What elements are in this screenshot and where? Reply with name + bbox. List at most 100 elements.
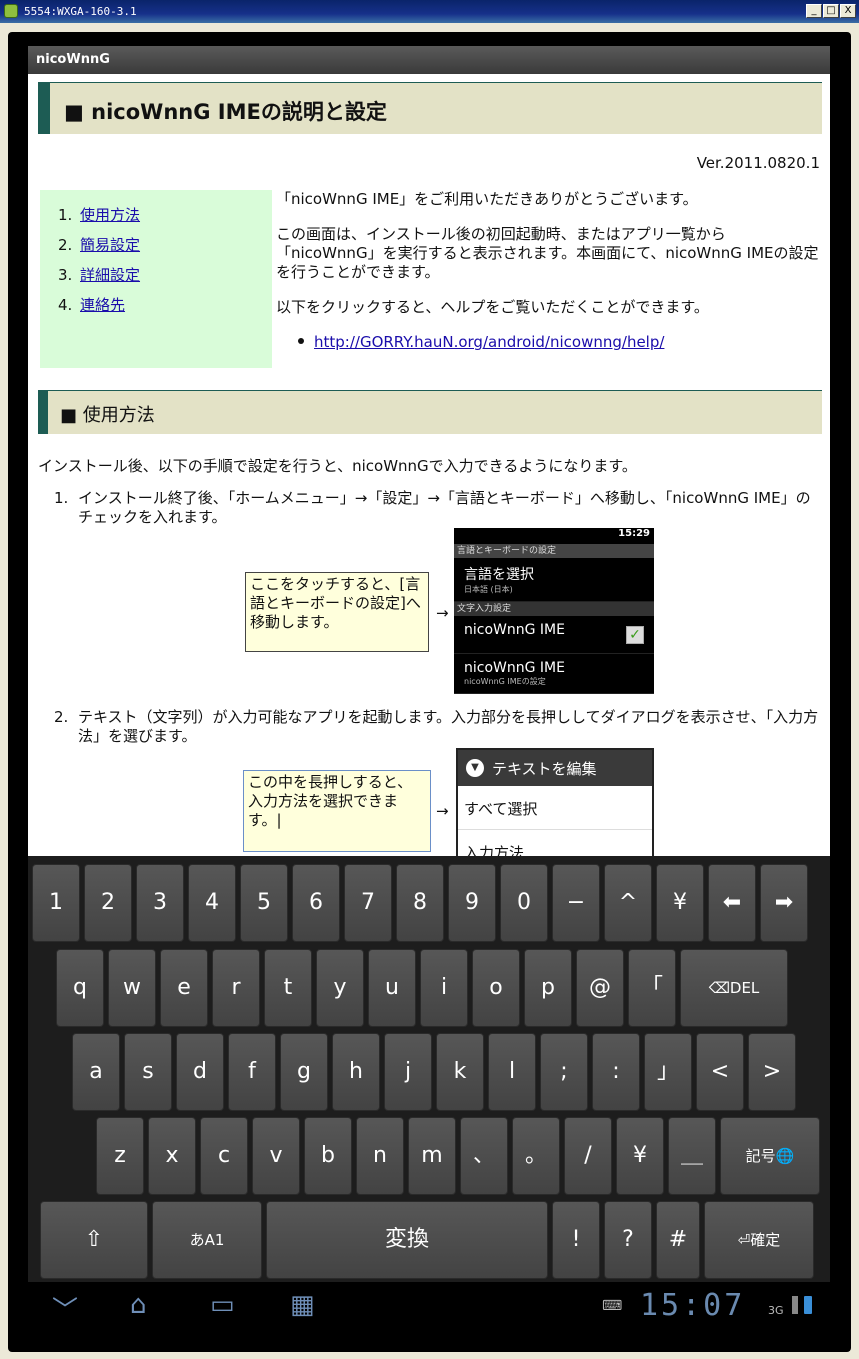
section-heading-usage: ■ 使用方法	[38, 390, 822, 434]
key[interactable]: a	[72, 1033, 120, 1111]
key[interactable]: 。	[512, 1117, 560, 1195]
key[interactable]: p	[524, 949, 572, 1027]
toc-item: 3. 詳細設定	[58, 264, 272, 285]
toc-item: 4. 連絡先	[58, 294, 272, 315]
key[interactable]: −	[552, 864, 600, 942]
key[interactable]: 「	[628, 949, 676, 1027]
key[interactable]: h	[332, 1033, 380, 1111]
maximize-button[interactable]: □	[823, 4, 839, 18]
key[interactable]: e	[160, 949, 208, 1027]
home-icon[interactable]: ⌂	[130, 1290, 147, 1320]
key[interactable]: ＿	[668, 1117, 716, 1195]
key[interactable]: q	[56, 949, 104, 1027]
toc-link-simple-settings[interactable]: 簡易設定	[80, 236, 140, 254]
key[interactable]: d	[176, 1033, 224, 1111]
status-time: 15:29	[618, 528, 650, 539]
key[interactable]: 9	[448, 864, 496, 942]
key[interactable]: >	[748, 1033, 796, 1111]
key[interactable]: k	[436, 1033, 484, 1111]
arrow: →	[436, 802, 449, 820]
key[interactable]: i	[420, 949, 468, 1027]
key[interactable]: 6	[292, 864, 340, 942]
ime-settings-label: nicoWnnG IME	[464, 660, 565, 676]
language-title: 言語を選択	[464, 567, 534, 583]
key[interactable]: 7	[344, 864, 392, 942]
system-nav-bar: ﹀ ⌂ ▭ ▦ ⌨ 15:07 3G	[28, 1282, 830, 1334]
close-button[interactable]: X	[840, 4, 856, 18]
key[interactable]: v	[252, 1117, 300, 1195]
key[interactable]: 変換	[266, 1201, 548, 1279]
app-title-bar: nicoWnnG	[28, 46, 830, 74]
key[interactable]: 8	[396, 864, 444, 942]
keyboard-switch-icon[interactable]: ▦	[290, 1290, 315, 1320]
key[interactable]: g	[280, 1033, 328, 1111]
key[interactable]: :	[592, 1033, 640, 1111]
key[interactable]: o	[472, 949, 520, 1027]
emulator-title-bar: 5554:WXGA-160-3.1 _ □ X	[0, 0, 859, 23]
key[interactable]: y	[316, 949, 364, 1027]
key[interactable]: ⇧	[40, 1201, 148, 1279]
key[interactable]: ➡	[760, 864, 808, 942]
recent-apps-icon[interactable]: ▭	[210, 1290, 235, 1320]
key[interactable]: t	[264, 949, 312, 1027]
key[interactable]: あA1	[152, 1201, 262, 1279]
key[interactable]: ⌫DEL	[680, 949, 788, 1027]
key[interactable]: 」	[644, 1033, 692, 1111]
toc-link-usage[interactable]: 使用方法	[80, 206, 140, 224]
key[interactable]: x	[148, 1117, 196, 1195]
help-page[interactable]: ■ nicoWnnG IMEの説明と設定 Ver.2011.0820.1 1. 使…	[28, 74, 830, 856]
key[interactable]: !	[552, 1201, 600, 1279]
toc-number: 1.	[58, 206, 73, 224]
intro-text: 「nicoWnnG IME」をご利用いただきありがとうございます。 この画面は、…	[276, 190, 821, 368]
key[interactable]: #	[656, 1201, 700, 1279]
key[interactable]: j	[384, 1033, 432, 1111]
key[interactable]: l	[488, 1033, 536, 1111]
step-text: テキスト（文字列）が入力可能なアプリを起動します。入力部分を長押ししてダイアログ…	[78, 708, 819, 745]
key[interactable]: ?	[604, 1201, 652, 1279]
key[interactable]: 2	[84, 864, 132, 942]
toc-link-detail-settings[interactable]: 詳細設定	[80, 266, 140, 284]
key[interactable]: 5	[240, 864, 288, 942]
key[interactable]: @	[576, 949, 624, 1027]
key[interactable]: m	[408, 1117, 456, 1195]
key[interactable]: ^	[604, 864, 652, 942]
network-type: 3G	[768, 1304, 784, 1317]
toc-link-contact[interactable]: 連絡先	[80, 296, 125, 314]
key[interactable]: u	[368, 949, 416, 1027]
help-link[interactable]: http://GORRY.hauN.org/android/nicownng/h…	[314, 333, 664, 351]
key[interactable]: /	[564, 1117, 612, 1195]
key[interactable]: s	[124, 1033, 172, 1111]
toc-number: 4.	[58, 296, 73, 314]
key[interactable]: 1	[32, 864, 80, 942]
checkbox-checked-icon: ✓	[626, 626, 644, 644]
key[interactable]: ¥	[616, 1117, 664, 1195]
key[interactable]: b	[304, 1117, 352, 1195]
step-text: インストール終了後、「ホームメニュー」→「設定」→「言語とキーボード」へ移動し、…	[78, 489, 811, 526]
key[interactable]: 3	[136, 864, 184, 942]
key[interactable]: f	[228, 1033, 276, 1111]
key[interactable]: ⏎確定	[704, 1201, 814, 1279]
key[interactable]: z	[96, 1117, 144, 1195]
status-bar: 15:29	[454, 528, 654, 544]
key[interactable]: ¥	[656, 864, 704, 942]
back-icon[interactable]: ﹀	[52, 1290, 78, 1327]
key[interactable]: ⬅	[708, 864, 756, 942]
minimize-button[interactable]: _	[806, 4, 822, 18]
category-header: 文字入力設定	[454, 602, 654, 616]
usage-paragraph: インストール後、以下の手順で設定を行うと、nicoWnnGで入力できるようになり…	[38, 457, 637, 475]
key[interactable]: n	[356, 1117, 404, 1195]
step-number: 1.	[54, 489, 69, 507]
key[interactable]: 4	[188, 864, 236, 942]
key[interactable]: 記号🌐	[720, 1117, 820, 1195]
dialog-title: テキストを編集	[492, 760, 597, 778]
key[interactable]: w	[108, 949, 156, 1027]
android-icon	[4, 4, 18, 18]
key[interactable]: 0	[500, 864, 548, 942]
key[interactable]: r	[212, 949, 260, 1027]
language-sub: 日本語 (日本)	[464, 585, 513, 594]
key[interactable]: <	[696, 1033, 744, 1111]
key[interactable]: c	[200, 1117, 248, 1195]
key[interactable]: ;	[540, 1033, 588, 1111]
battery-icon	[804, 1296, 812, 1314]
key[interactable]: 、	[460, 1117, 508, 1195]
